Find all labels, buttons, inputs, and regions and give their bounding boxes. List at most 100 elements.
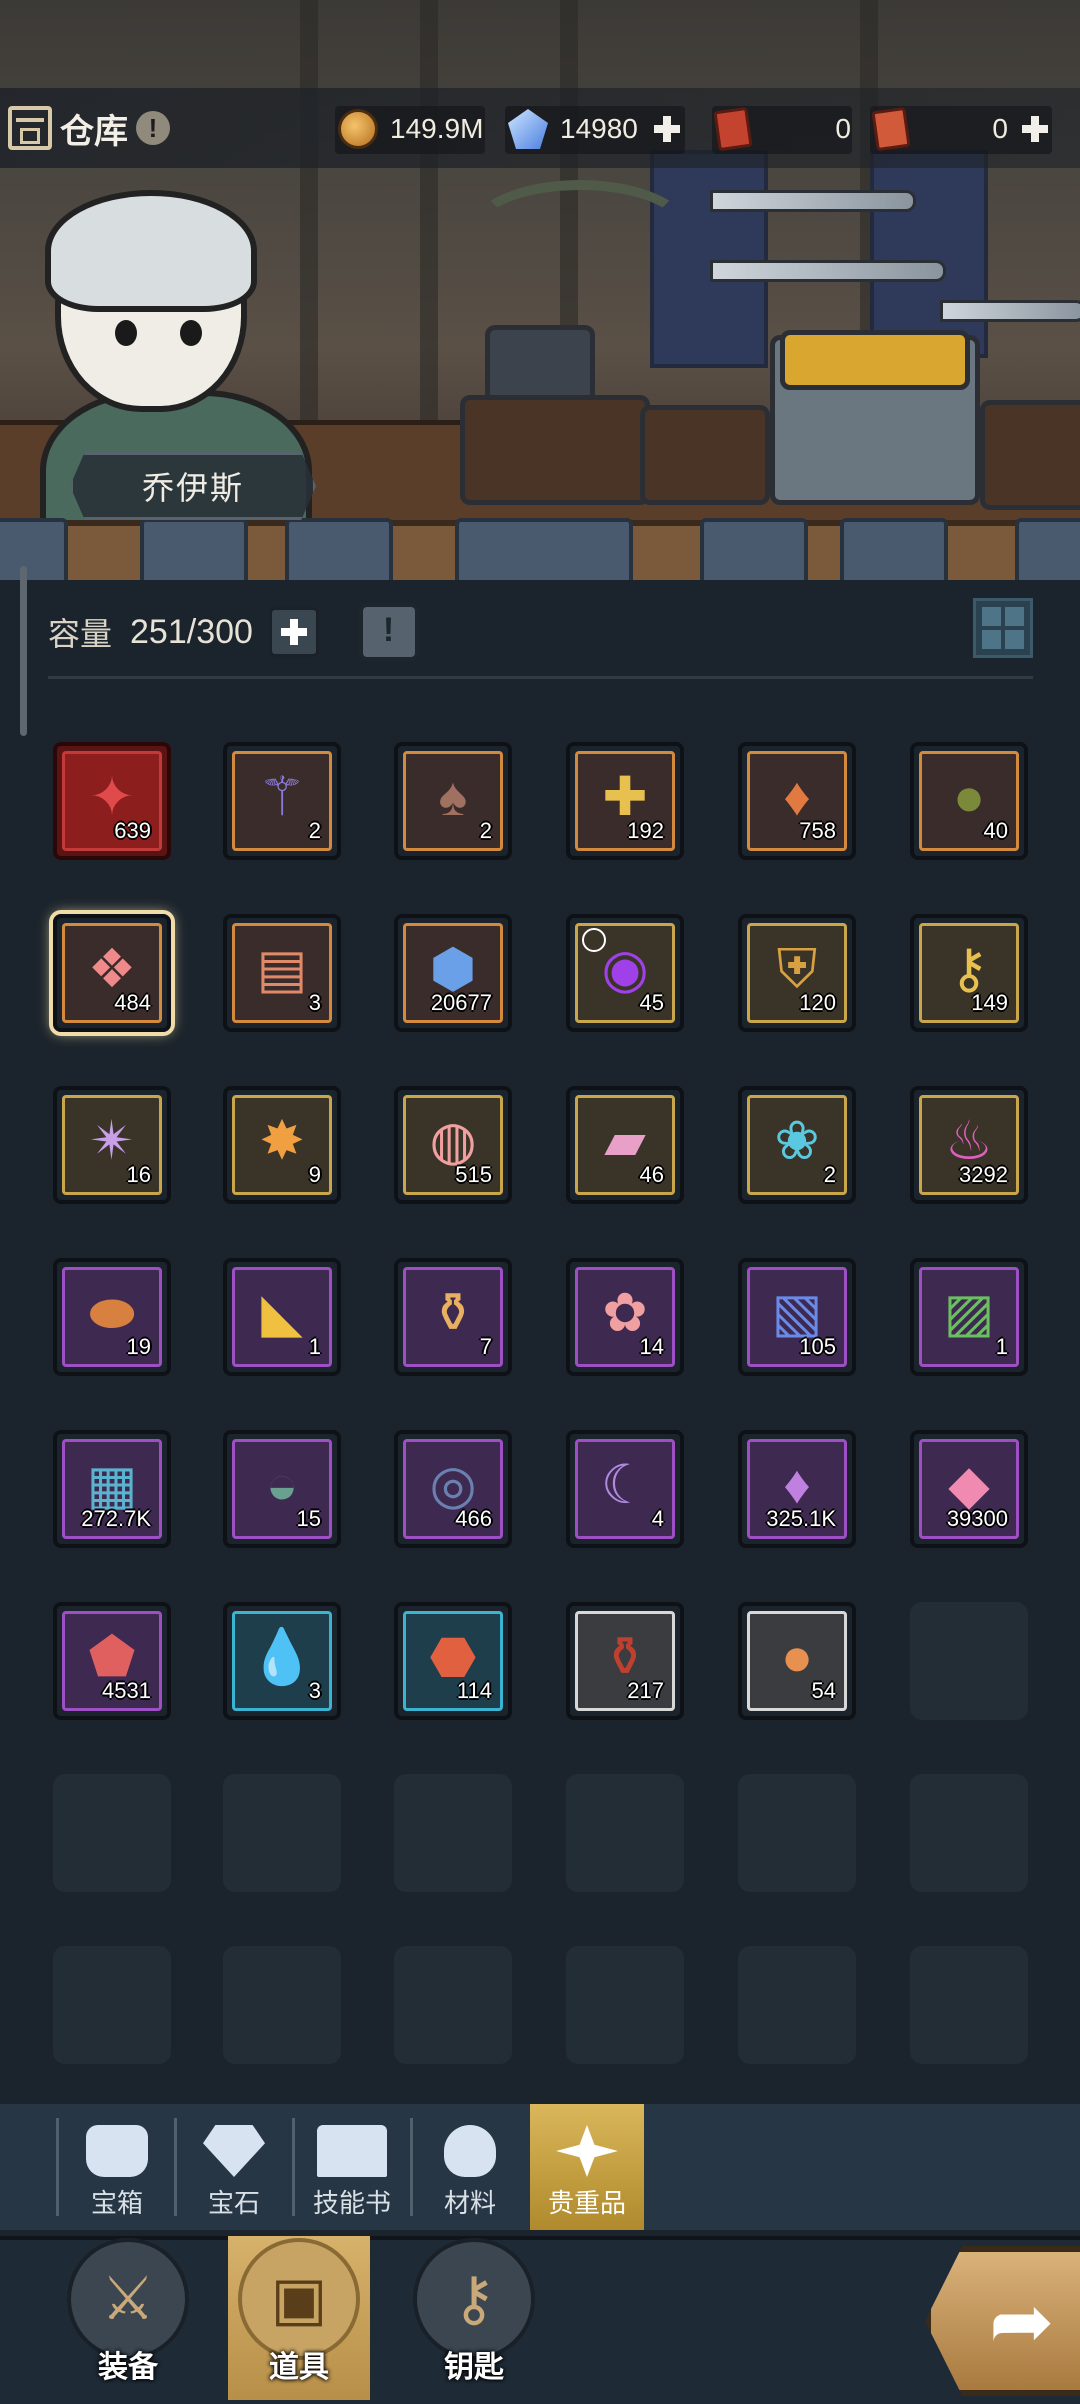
scroll-banner-icon: ▤	[256, 939, 308, 1000]
tab-material[interactable]: 材料	[413, 2104, 527, 2230]
inventory-item[interactable]: ◒ 15	[223, 1430, 341, 1548]
inventory-item[interactable]: ✴ 16	[53, 1086, 171, 1204]
mushroom-icon: ♠	[438, 767, 468, 828]
inventory-item[interactable]: ☾ 4	[566, 1430, 684, 1548]
scrollbar[interactable]	[20, 566, 27, 736]
item-count: 39300	[946, 1506, 1008, 1531]
inventory-item[interactable]: ⬬ 19	[53, 1258, 171, 1376]
nav-label: 道具	[269, 2351, 329, 2384]
inventory-item[interactable]: ⚱ 217	[566, 1602, 684, 1720]
cookie-icon: ●	[780, 1627, 814, 1688]
shelf-block	[285, 518, 393, 580]
item-frame: ✸ 9	[232, 1095, 332, 1195]
shelf-block	[700, 518, 808, 580]
character-eye	[180, 320, 202, 346]
inventory-item[interactable]: ◣ 1	[223, 1258, 341, 1376]
item-count: 20677	[430, 990, 492, 1015]
tab-precious[interactable]: 贵重品	[530, 2104, 644, 2230]
grid-cell	[1005, 607, 1024, 626]
inventory-item[interactable]: ▦ 272.7K	[53, 1430, 171, 1548]
inventory-item[interactable]: ◍ 515	[394, 1086, 512, 1204]
inventory-item[interactable]: ◆ 39300	[910, 1430, 1028, 1548]
tab-label: 材料	[443, 2188, 496, 2218]
warehouse-icon	[8, 106, 52, 150]
ore-icon	[444, 2125, 496, 2177]
tab-gem[interactable]: 宝石	[177, 2104, 291, 2230]
shelf-block	[840, 518, 948, 580]
item-count: 46	[639, 1162, 664, 1187]
info-icon[interactable]: !	[136, 111, 170, 145]
shelf-block	[455, 518, 633, 580]
inventory-item[interactable]: ▰ 46	[566, 1086, 684, 1204]
tab-chest[interactable]: 宝箱	[60, 2104, 174, 2230]
orange-crystal-icon: ♦	[783, 767, 811, 828]
tab-skill-book[interactable]: 技能书	[295, 2104, 409, 2230]
grid-cell	[982, 607, 1001, 626]
item-count: 758	[799, 818, 836, 843]
inventory-item[interactable]: ♨ 3292	[910, 1086, 1028, 1204]
inventory-item[interactable]: ❀ 2	[738, 1086, 856, 1204]
purple-claw-icon: ☾	[600, 1455, 650, 1516]
gem-chest	[640, 405, 770, 505]
inventory-item[interactable]: ♦ 325.1K	[738, 1430, 856, 1548]
nav-equipment[interactable]: ⚔ 装备	[58, 2236, 198, 2400]
candy-roll-icon: ▰	[604, 1111, 646, 1172]
inventory-item[interactable]: ▧ 105	[738, 1258, 856, 1376]
item-count: 3292	[959, 1162, 1008, 1187]
empty-slot	[394, 1774, 512, 1892]
item-count: 639	[114, 818, 151, 843]
inventory-item[interactable]: ♦ 758	[738, 742, 856, 860]
inventory-item[interactable]: ⚱ 7	[394, 1258, 512, 1376]
bread-icon: ⬬	[88, 1283, 136, 1344]
character-name[interactable]: 乔伊斯	[70, 452, 316, 520]
item-count: 114	[456, 1678, 492, 1703]
gem-shield-icon: ⬟	[88, 1627, 136, 1688]
empty-slot	[738, 1774, 856, 1892]
inventory-item[interactable]: ⬣ 114	[394, 1602, 512, 1720]
inventory-item[interactable]: ⬢ 20677	[394, 914, 512, 1032]
shelf-block	[140, 518, 248, 580]
inventory-item[interactable]: ⚚ 2	[223, 742, 341, 860]
inventory-item[interactable]: ♠ 2	[394, 742, 512, 860]
inventory-item[interactable]: ● 40	[910, 742, 1028, 860]
grid-view-toggle[interactable]	[973, 598, 1033, 658]
inventory-item[interactable]: ✚ 192	[566, 742, 684, 860]
item-count: 54	[811, 1678, 836, 1703]
wall-plank	[420, 0, 438, 430]
page-title: 仓库	[60, 112, 128, 151]
item-frame: ◍ 515	[403, 1095, 503, 1195]
inventory-item[interactable]: ✿ 14	[566, 1258, 684, 1376]
expand-capacity-button[interactable]	[268, 607, 319, 657]
inventory-item[interactable]: 💧 3	[223, 1602, 341, 1720]
inventory-item[interactable]: ● 54	[738, 1602, 856, 1720]
inventory-item[interactable]: ✸ 9	[223, 1086, 341, 1204]
nav-keys[interactable]: ⚷ 钥匙	[404, 2236, 544, 2400]
green-card-pack-icon: ▨	[943, 1283, 995, 1344]
inventory-item[interactable]: ✦ 639	[53, 742, 171, 860]
item-count: 149	[971, 990, 1008, 1015]
arrow-icon: ➦	[989, 2277, 1055, 2365]
paw-hexagon-icon: ⬢	[429, 939, 477, 1000]
item-count: 1	[308, 1334, 321, 1359]
add-ticket-button[interactable]	[1020, 114, 1050, 144]
nav-items[interactable]: ▣ 道具	[228, 2236, 370, 2400]
character-eye	[115, 320, 137, 346]
empty-slot	[53, 1774, 171, 1892]
magic-wand-icon: ⚚	[257, 767, 307, 828]
water-drop-icon: 💧	[248, 1627, 316, 1688]
inventory-item[interactable]: ◎ 466	[394, 1430, 512, 1548]
add-diamond-button[interactable]	[652, 114, 682, 144]
bow-decoration	[470, 180, 690, 280]
inventory-item[interactable]: ❖ 484	[53, 914, 171, 1032]
sort-button[interactable]	[358, 603, 419, 661]
inventory-item[interactable]: ▤ 3	[223, 914, 341, 1032]
inventory-item[interactable]: ⚷ 149	[910, 914, 1028, 1032]
inventory-item[interactable]: ◉ 45	[566, 914, 684, 1032]
red-ticket-icon	[713, 106, 753, 152]
inventory-item[interactable]: ▨ 1	[910, 1258, 1028, 1376]
item-frame: ⚱ 7	[403, 1267, 503, 1367]
inventory-item[interactable]: ⛨ 120	[738, 914, 856, 1032]
fire-essence-icon: ♨	[944, 1111, 994, 1172]
item-count: 1	[995, 1334, 1008, 1359]
inventory-item[interactable]: ⬟ 4531	[53, 1602, 171, 1720]
